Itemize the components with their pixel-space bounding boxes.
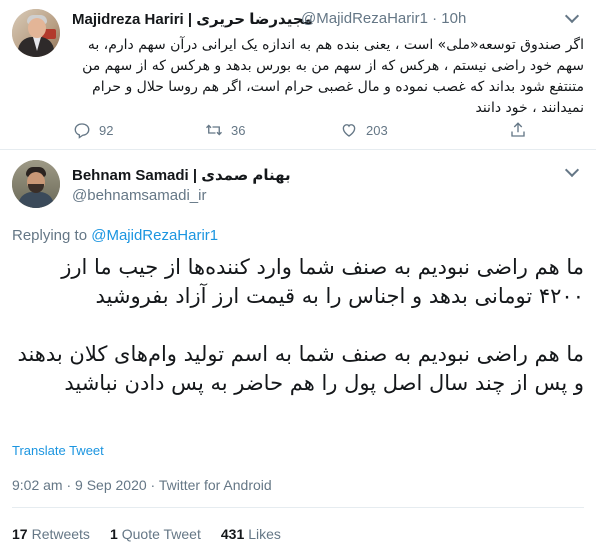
avatar[interactable]: [12, 9, 60, 57]
divider: [12, 507, 584, 508]
reply-count: 92: [99, 122, 114, 138]
parent-author-name[interactable]: Majidreza Hariri | مجیدرضا حریری: [72, 10, 313, 28]
parent-tweet-actions: 92 36 203: [0, 120, 596, 140]
quotes-count: 1: [109, 526, 118, 542]
like-button[interactable]: 203: [340, 120, 388, 140]
tweet-stats: 17 Retweets 1 Quote Tweet 431 Likes: [12, 526, 301, 542]
avatar[interactable]: [12, 160, 60, 208]
likes-label: Likes: [248, 526, 281, 542]
share-button[interactable]: [509, 120, 535, 140]
main-tweet-text: ما هم راضی نبودیم به صنف شما وارد کننده‌…: [12, 253, 584, 398]
parent-tweet-text: اگر صندوق توسعه«ملی» است ، یعنی بنده هم …: [82, 37, 584, 116]
retweets-count: 17: [12, 526, 28, 542]
translate-tweet-link[interactable]: Translate Tweet: [12, 443, 104, 458]
quotes-label: Quote Tweet: [121, 526, 201, 542]
quotes-stat[interactable]: 1 Quote Tweet: [110, 526, 201, 542]
parent-tweet-header: Majidreza Hariri | مجیدرضا حریری @MajidR…: [72, 10, 542, 30]
likes-stat[interactable]: 431 Likes: [221, 526, 281, 542]
tweet-paragraph: ما هم راضی نبودیم به صنف شما به اسم تولی…: [17, 342, 584, 395]
replying-prefix: Replying to: [12, 227, 88, 244]
heart-icon: [342, 124, 356, 137]
main-tweet: Behnam Samadi | بهنام صمدی @behnamsamadi…: [0, 150, 596, 560]
retweets-label: Retweets: [31, 526, 90, 542]
retweet-button[interactable]: 36: [205, 120, 245, 140]
replying-to-link[interactable]: @MajidRezaHarir1: [91, 227, 218, 244]
chevron-down-icon[interactable]: [561, 8, 583, 28]
reply-button[interactable]: 92: [73, 120, 113, 140]
chevron-down-icon[interactable]: [561, 162, 583, 182]
likes-count: 431: [220, 526, 245, 542]
tweet-timestamp[interactable]: 9:02 am · 9 Sep 2020 · Twitter for Andro…: [12, 477, 272, 493]
retweets-stat[interactable]: 17 Retweets: [12, 526, 90, 542]
main-author-handle[interactable]: @behnamsamadi_ir: [72, 187, 206, 204]
main-author-name[interactable]: Behnam Samadi | بهنام صمدی: [72, 166, 291, 184]
retweet-count: 36: [231, 122, 246, 138]
reply-icon: [74, 123, 90, 139]
share-icon: [511, 122, 525, 137]
like-count: 203: [366, 122, 388, 138]
parent-author-handle[interactable]: @MajidRezaHarir1 · 10h: [301, 10, 466, 27]
tweet-paragraph: ما هم راضی نبودیم به صنف شما وارد کننده‌…: [61, 255, 584, 308]
retweet-icon: [206, 124, 222, 136]
parent-tweet[interactable]: Majidreza Hariri | مجیدرضا حریری @MajidR…: [0, 0, 596, 150]
replying-to: Replying to @MajidRezaHarir1: [12, 227, 218, 244]
